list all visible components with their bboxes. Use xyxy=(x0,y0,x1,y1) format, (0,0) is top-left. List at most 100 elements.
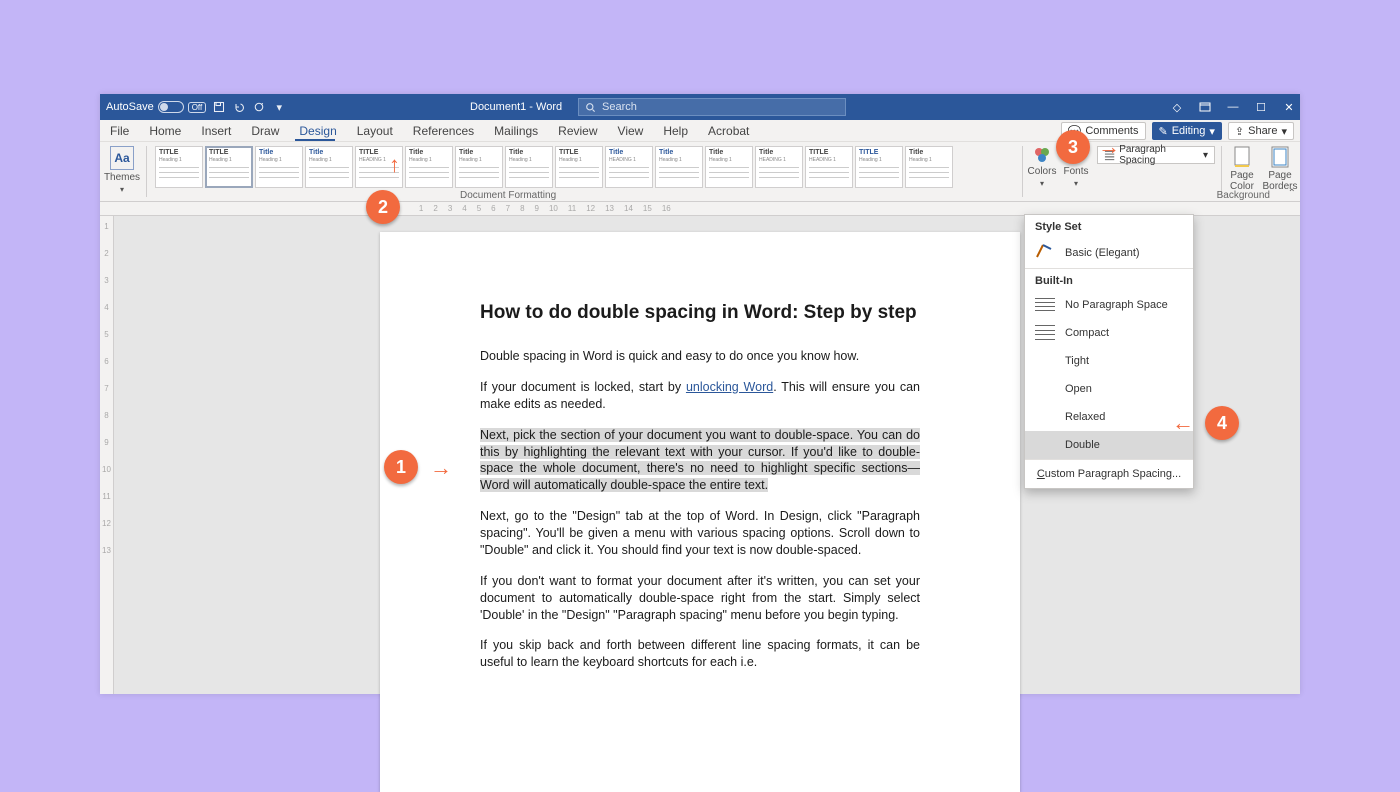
text-run: If your document is locked, start by xyxy=(480,380,686,394)
menu-item-compact[interactable]: Compact xyxy=(1025,319,1193,347)
style-set-thumbnail[interactable]: TITLEHeading 1 xyxy=(555,146,603,188)
tab-references[interactable]: References xyxy=(403,120,484,141)
style-set-thumbnail[interactable]: TitleHeading 1 xyxy=(905,146,953,188)
style-set-thumbnail[interactable]: TitleHeading 1 xyxy=(705,146,753,188)
chevron-down-icon: ▾ xyxy=(1209,125,1215,138)
tab-review[interactable]: Review xyxy=(548,120,607,141)
menu-item-label: Basic (Elegant) xyxy=(1065,247,1140,259)
menu-item-no-paragraph-space[interactable]: No Paragraph Space xyxy=(1025,291,1193,319)
annotation-badge-3: 3 xyxy=(1056,130,1090,164)
style-set-thumbnail[interactable]: TitleHeading 1 xyxy=(505,146,553,188)
menu-item-label: Tight xyxy=(1065,355,1089,367)
chevron-down-icon: ▾ xyxy=(1203,150,1208,161)
style-set-thumbnail[interactable]: TitleHeading 1 xyxy=(405,146,453,188)
minimize-icon[interactable]: ― xyxy=(1226,100,1240,114)
style-set-thumbnail[interactable]: TitleHeading 1 xyxy=(255,146,303,188)
menu-item-label: Relaxed xyxy=(1065,411,1105,423)
paragraph-spacing-menu: Style Set Basic (Elegant) Built-In No Pa… xyxy=(1024,214,1194,489)
maximize-icon[interactable]: ☐ xyxy=(1254,100,1268,114)
page-borders-button[interactable]: Page Borders xyxy=(1259,144,1302,194)
menu-item-tight[interactable]: Tight xyxy=(1025,347,1193,375)
toggle-off-icon xyxy=(158,101,184,113)
qat-chevron-down-icon[interactable]: ▾ xyxy=(272,100,286,114)
page-borders-icon xyxy=(1270,146,1290,168)
colors-icon xyxy=(1033,146,1051,164)
page-color-button[interactable]: Page Color xyxy=(1226,144,1258,194)
ruler-vertical: 12345678910111213 xyxy=(100,216,114,694)
style-set-thumbnail[interactable]: TitleHEADING 1 xyxy=(755,146,803,188)
menu-section-style-set: Style Set xyxy=(1025,215,1193,237)
autosave-toggle[interactable]: AutoSave Off xyxy=(106,101,206,113)
autosave-label: AutoSave xyxy=(106,101,154,113)
diamond-icon[interactable]: ◇ xyxy=(1170,100,1184,114)
themes-label: Themes xyxy=(104,172,140,183)
doc-paragraph: If your document is locked, start by unl… xyxy=(480,379,920,413)
spacing-icon xyxy=(1035,409,1055,425)
menu-item-double[interactable]: Double xyxy=(1025,431,1193,459)
text-selection: Next, pick the section of your document … xyxy=(480,428,920,493)
menu-item-open[interactable]: Open xyxy=(1025,375,1193,403)
paragraph-spacing-label: Paragraph Spacing xyxy=(1119,144,1199,166)
word-window: AutoSave Off ▾ Document1 - Word Search ◇… xyxy=(100,94,1300,694)
annotation-badge-1: 1 xyxy=(384,450,418,484)
menu-item-label: Open xyxy=(1065,383,1092,395)
share-button[interactable]: ⇪Share▾ xyxy=(1228,122,1294,140)
fonts-label: Fonts xyxy=(1064,166,1089,177)
tab-file[interactable]: File xyxy=(100,120,139,141)
editing-label: Editing xyxy=(1172,125,1206,137)
style-set-thumbnail[interactable]: TitleHeading 1 xyxy=(655,146,703,188)
colors-button[interactable]: Colors▾ xyxy=(1024,144,1061,190)
spacing-icon xyxy=(1035,353,1055,369)
save-icon[interactable] xyxy=(212,100,226,114)
menu-item-label: Compact xyxy=(1065,327,1109,339)
menu-item-custom-spacing[interactable]: Custom Paragraph Spacing... xyxy=(1025,460,1193,488)
style-set-thumbnail[interactable]: TITLEHeading 1 xyxy=(155,146,203,188)
ribbon-display-icon[interactable] xyxy=(1198,100,1212,114)
chevron-down-icon: ▾ xyxy=(1281,125,1287,138)
ribbon-tabs: File Home Insert Draw Design Layout Refe… xyxy=(100,120,1300,142)
menu-item-label: No Paragraph Space xyxy=(1065,299,1168,311)
doc-paragraph: If you don't want to format your documen… xyxy=(480,573,920,624)
style-set-thumbnail[interactable]: TitleHEADING 1 xyxy=(605,146,653,188)
menu-item-label: Custom Paragraph Spacing... xyxy=(1037,468,1181,480)
tab-acrobat[interactable]: Acrobat xyxy=(698,120,759,141)
tab-insert[interactable]: Insert xyxy=(191,120,241,141)
style-set-thumbnail[interactable]: TitleHeading 1 xyxy=(455,146,503,188)
menu-item-relaxed[interactable]: Relaxed xyxy=(1025,403,1193,431)
chevron-down-icon: ▾ xyxy=(120,185,124,194)
undo-icon[interactable] xyxy=(232,100,246,114)
redo-icon[interactable] xyxy=(252,100,266,114)
tab-help[interactable]: Help xyxy=(653,120,698,141)
style-set-thumbnail[interactable]: TitleHeading 1 xyxy=(305,146,353,188)
tab-layout[interactable]: Layout xyxy=(347,120,403,141)
doc-paragraph: Double spacing in Word is quick and easy… xyxy=(480,348,920,365)
tab-mailings[interactable]: Mailings xyxy=(484,120,548,141)
spacing-icon xyxy=(1035,297,1055,313)
share-label: Share xyxy=(1248,125,1277,137)
document-formatting-gallery[interactable]: TITLEHeading 1TITLEHeading 1TitleHeading… xyxy=(153,144,953,188)
colors-label: Colors xyxy=(1028,166,1057,177)
document-title: Document1 - Word xyxy=(470,101,562,113)
editing-button[interactable]: ✎Editing▾ xyxy=(1152,122,1222,140)
search-input[interactable]: Search xyxy=(578,98,846,116)
style-set-thumbnail[interactable]: TITLEHeading 1 xyxy=(855,146,903,188)
page-color-label: Page Color xyxy=(1230,170,1254,192)
tab-draw[interactable]: Draw xyxy=(241,120,289,141)
tab-design[interactable]: Design xyxy=(289,120,346,141)
themes-button[interactable]: Aa Themes ▾ xyxy=(100,144,144,196)
document-page[interactable]: How to do double spacing in Word: Step b… xyxy=(380,232,1020,792)
style-set-thumbnail[interactable]: TITLEHEADING 1 xyxy=(805,146,853,188)
tab-home[interactable]: Home xyxy=(139,120,191,141)
close-icon[interactable]: ✕ xyxy=(1282,100,1296,114)
titlebar: AutoSave Off ▾ Document1 - Word Search ◇… xyxy=(100,94,1300,120)
ribbon-design: Aa Themes ▾ TITLEHeading 1TITLEHeading 1… xyxy=(100,142,1300,202)
style-set-icon xyxy=(1035,243,1055,262)
arrow-right-icon: → xyxy=(1098,134,1120,160)
style-set-thumbnail[interactable]: TITLEHeading 1 xyxy=(205,146,253,188)
link-unlocking-word[interactable]: unlocking Word xyxy=(686,380,773,394)
collapse-ribbon-icon[interactable]: ⌃ xyxy=(1288,188,1296,199)
group-label-background: Background xyxy=(1217,190,1270,201)
search-icon xyxy=(585,102,596,113)
tab-view[interactable]: View xyxy=(608,120,654,141)
menu-item-basic-elegant[interactable]: Basic (Elegant) xyxy=(1025,237,1193,268)
